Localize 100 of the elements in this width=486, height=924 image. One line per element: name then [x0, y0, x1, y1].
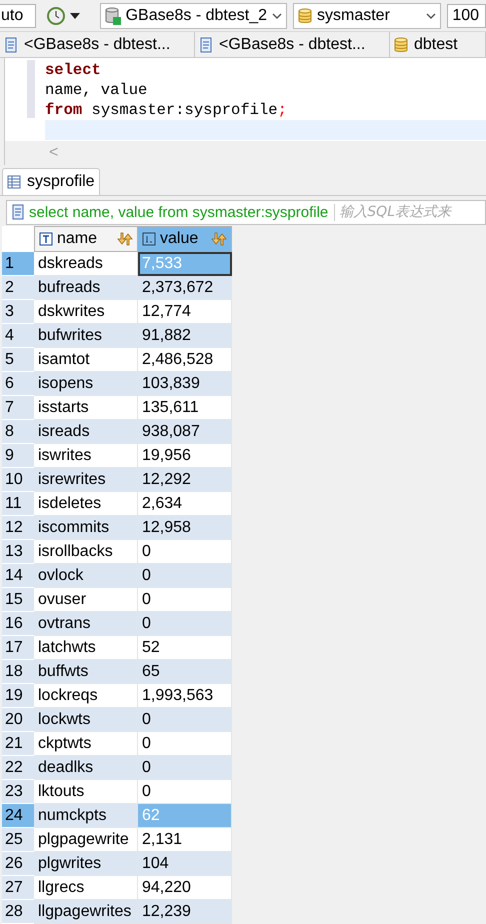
- table-cell: 0: [138, 732, 232, 756]
- row-number[interactable]: 2: [2, 276, 34, 300]
- dropdown-arrow-icon: [70, 12, 80, 19]
- table-cell: 12,239: [138, 900, 232, 924]
- table-cell: 2,486,528: [138, 348, 232, 372]
- table-cell: 0: [138, 540, 232, 564]
- row-number[interactable]: 15: [2, 588, 34, 612]
- table-cell: isdeletes: [34, 492, 138, 516]
- table-cell: dskwrites: [34, 300, 138, 324]
- script-icon: [199, 36, 213, 53]
- table-cell: 7,533: [138, 252, 232, 276]
- row-number[interactable]: 22: [2, 756, 34, 780]
- table-cell: 0: [138, 708, 232, 732]
- row-number[interactable]: 9: [2, 444, 34, 468]
- row-number[interactable]: 21: [2, 732, 34, 756]
- sort-icon[interactable]: [211, 232, 227, 246]
- row-number[interactable]: 13: [2, 540, 34, 564]
- caret-icon: [426, 12, 436, 19]
- table-cell: 12,774: [138, 300, 232, 324]
- table-cell: iscommits: [34, 516, 138, 540]
- table-cell: llgpagewrites: [34, 900, 138, 924]
- table-cell: 62: [138, 804, 232, 828]
- column-header[interactable]: value: [138, 226, 232, 252]
- table-cell: ovlock: [34, 564, 138, 588]
- table-cell: isrollbacks: [34, 540, 138, 564]
- row-number[interactable]: 26: [2, 852, 34, 876]
- line-gutter-marker: [27, 60, 35, 118]
- table-cell: 2,131: [138, 828, 232, 852]
- row-number[interactable]: 4: [2, 324, 34, 348]
- table-cell: plgwrites: [34, 852, 138, 876]
- table-cell: llgrecs: [34, 876, 138, 900]
- text-type-icon: [39, 232, 53, 246]
- table-cell: ckptwts: [34, 732, 138, 756]
- row-number[interactable]: 20: [2, 708, 34, 732]
- row-number[interactable]: 27: [2, 876, 34, 900]
- table-cell: 938,087: [138, 420, 232, 444]
- row-number[interactable]: 8: [2, 420, 34, 444]
- row-number[interactable]: 28: [2, 900, 34, 924]
- row-number[interactable]: 16: [2, 612, 34, 636]
- table-cell: lktouts: [34, 780, 138, 804]
- table-cell: iswrites: [34, 444, 138, 468]
- row-number[interactable]: 12: [2, 516, 34, 540]
- table-cell: 103,839: [138, 372, 232, 396]
- row-number[interactable]: 10: [2, 468, 34, 492]
- query-text: select name, value from sysmaster:sysprofile: [29, 204, 336, 221]
- table-cell: buffwts: [34, 660, 138, 684]
- row-number[interactable]: 3: [2, 300, 34, 324]
- result-tab[interactable]: sysprofile: [2, 168, 100, 195]
- limit-field[interactable]: 100: [447, 4, 486, 28]
- clock-icon: [46, 6, 66, 26]
- row-number[interactable]: 6: [2, 372, 34, 396]
- code-line: from sysmaster:sysprofile;: [45, 100, 288, 120]
- table-cell: 1,993,563: [138, 684, 232, 708]
- row-number[interactable]: 5: [2, 348, 34, 372]
- row-number[interactable]: 18: [2, 660, 34, 684]
- script-icon: [11, 204, 25, 220]
- table-cell: lockwts: [34, 708, 138, 732]
- row-number[interactable]: 24: [2, 804, 34, 828]
- table-cell: 91,882: [138, 324, 232, 348]
- code-line: select: [45, 60, 102, 80]
- connection-select[interactable]: GBase8s - dbtest_2: [100, 2, 287, 29]
- table-cell: isrewrites: [34, 468, 138, 492]
- table-cell: dskreads: [34, 252, 138, 276]
- table-cell: 19,956: [138, 444, 232, 468]
- database-select[interactable]: sysmaster: [293, 2, 442, 29]
- row-number[interactable]: 19: [2, 684, 34, 708]
- table-cell: 94,220: [138, 876, 232, 900]
- table-cell: 12,958: [138, 516, 232, 540]
- row-number[interactable]: 23: [2, 780, 34, 804]
- table-cell: deadlks: [34, 756, 138, 780]
- row-number[interactable]: 14: [2, 564, 34, 588]
- table-cell: plgpagewrite: [34, 828, 138, 852]
- script-icon: [4, 36, 18, 53]
- table-cell: 0: [138, 612, 232, 636]
- table-cell: 0: [138, 756, 232, 780]
- table-cell: bufwrites: [34, 324, 138, 348]
- table-icon: [7, 174, 21, 189]
- caret-icon: [272, 12, 282, 19]
- table-cell: isamtot: [34, 348, 138, 372]
- database-icon: [298, 8, 312, 24]
- filter-input[interactable]: 输入SQL表达式来: [339, 204, 485, 220]
- row-number[interactable]: 1: [2, 252, 34, 276]
- table-cell: 104: [138, 852, 232, 876]
- table-cell: 65: [138, 660, 232, 684]
- code-line: name, value: [45, 80, 148, 100]
- database-check-icon: [104, 6, 121, 25]
- row-number[interactable]: 17: [2, 636, 34, 660]
- sort-icon[interactable]: [117, 232, 133, 246]
- database-icon: [394, 36, 408, 53]
- column-header[interactable]: name: [34, 226, 138, 252]
- table-cell: ovuser: [34, 588, 138, 612]
- table-cell: isopens: [34, 372, 138, 396]
- row-number[interactable]: 25: [2, 828, 34, 852]
- mode-field[interactable]: uto: [0, 4, 36, 28]
- table-cell: 52: [138, 636, 232, 660]
- row-number[interactable]: 11: [2, 492, 34, 516]
- table-cell: 0: [138, 564, 232, 588]
- table-cell: 2,373,672: [138, 276, 232, 300]
- row-number[interactable]: 7: [2, 396, 34, 420]
- table-cell: 12,292: [138, 468, 232, 492]
